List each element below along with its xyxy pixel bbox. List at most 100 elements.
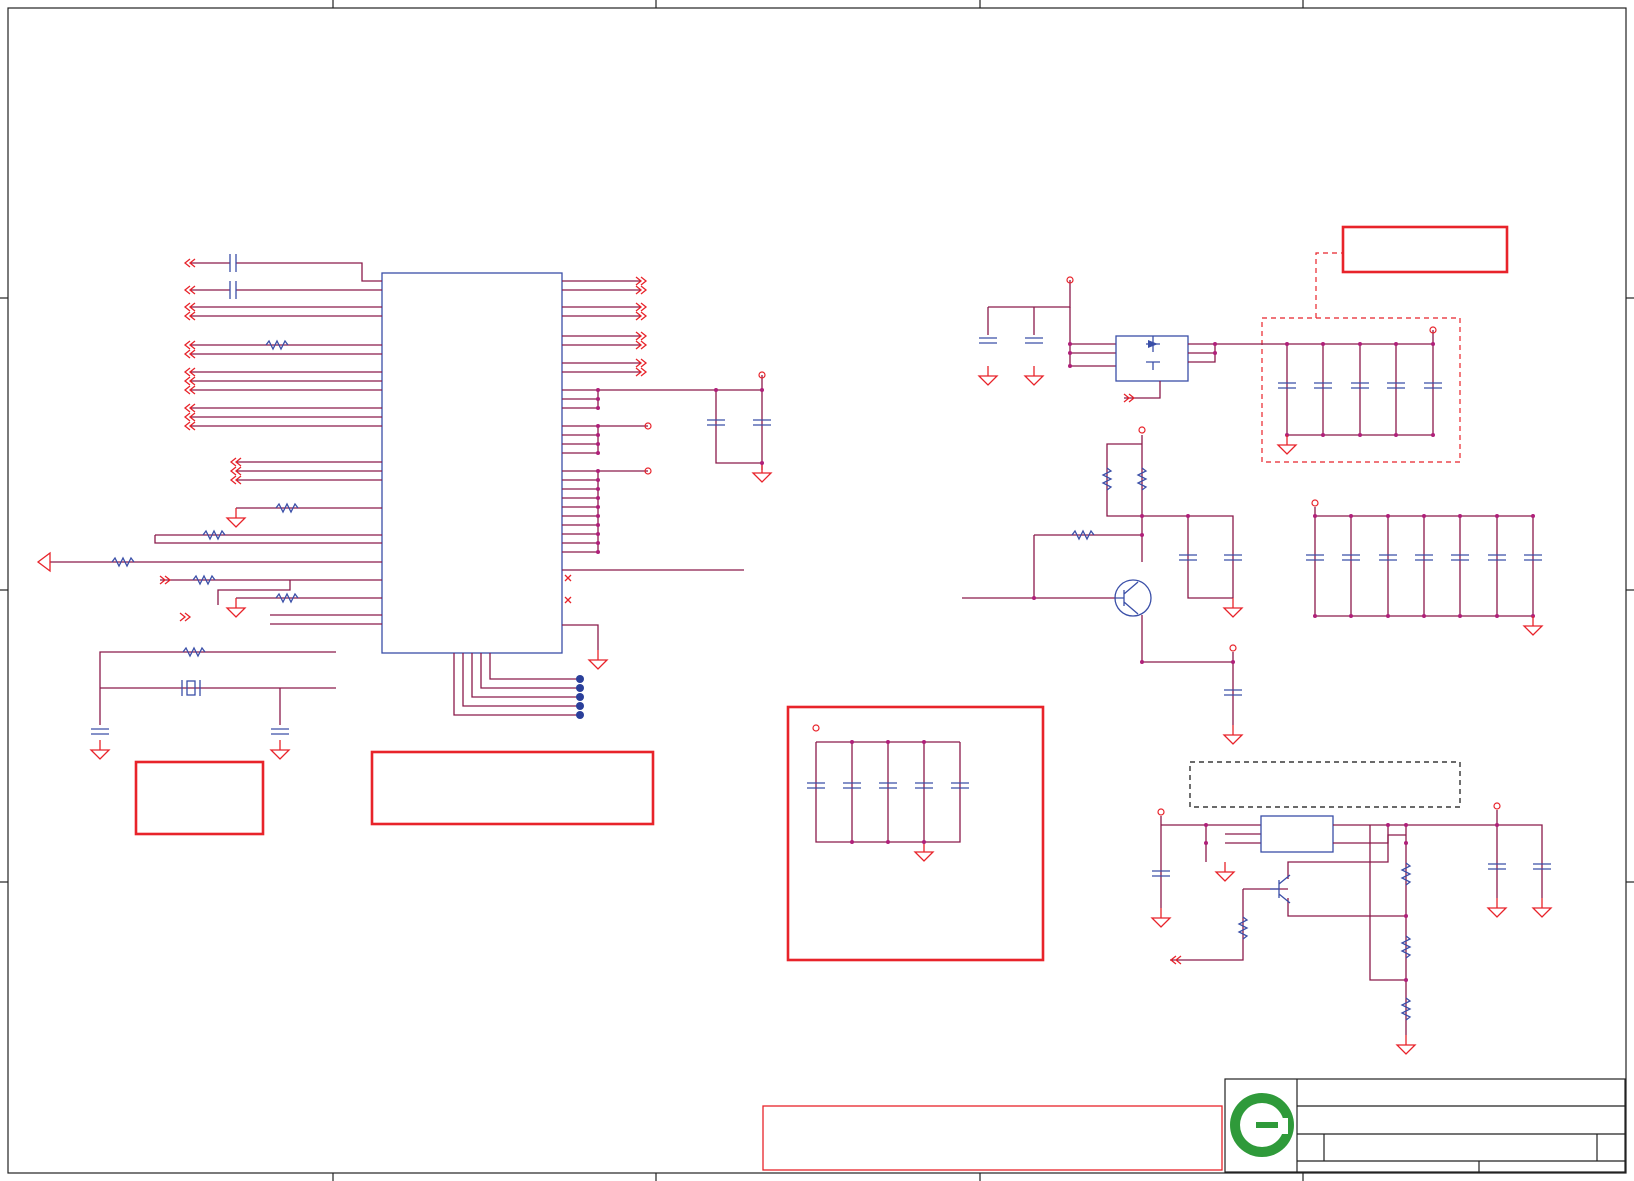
test-point-dot — [576, 684, 584, 692]
junction-dot — [1349, 514, 1353, 518]
power-rail-icon — [1493, 802, 1501, 810]
ground-symbol-icon — [1214, 862, 1236, 882]
main-ic — [381, 272, 563, 654]
junction-dot — [596, 505, 600, 509]
junction-dot — [1404, 841, 1408, 845]
ground-symbol-icon — [751, 463, 773, 483]
regulator-section — [1160, 810, 1543, 1035]
junction-dot — [850, 840, 854, 844]
junction-dot — [1358, 342, 1362, 346]
no-connect-mark — [564, 596, 572, 604]
junction-dot — [760, 388, 764, 392]
junction-dot — [922, 840, 926, 844]
junction-dot — [1431, 433, 1435, 437]
junction-dot — [760, 461, 764, 465]
power-rail-icon — [1138, 426, 1146, 434]
test-point-dot — [576, 693, 584, 701]
note-box-top-right — [1341, 225, 1509, 274]
bottom-pins — [453, 653, 580, 716]
circular-e-logo — [1230, 1093, 1294, 1157]
ground-symbol-icon — [225, 598, 247, 618]
note-box-center — [370, 750, 655, 826]
junction-dot — [1068, 351, 1072, 355]
junction-dot — [1313, 514, 1317, 518]
ground-symbol-icon — [1395, 1035, 1417, 1055]
ground-symbol-icon — [587, 650, 609, 670]
test-point-dot — [576, 702, 584, 710]
junction-dot — [1321, 433, 1325, 437]
junction-dot — [886, 840, 890, 844]
no-connect-mark — [564, 574, 572, 582]
regulator-dashed-box — [1189, 761, 1461, 808]
junction-dot — [1458, 514, 1462, 518]
junction-dot — [1204, 823, 1208, 827]
junction-dot — [1495, 614, 1499, 618]
junction-dot — [1204, 841, 1208, 845]
capacitor-icon — [229, 254, 237, 272]
junction-dot — [1358, 433, 1362, 437]
junction-dot — [1458, 614, 1462, 618]
note-box-bottom — [762, 1105, 1223, 1171]
junction-dot — [1404, 823, 1408, 827]
junction-dot — [1140, 660, 1144, 664]
test-point-dot — [576, 711, 584, 719]
ground-symbol-icon — [1276, 435, 1298, 455]
junction-dot — [1213, 351, 1217, 355]
junction-dot — [1404, 914, 1408, 918]
junction-dot — [1140, 533, 1144, 537]
junction-dot — [596, 424, 600, 428]
ground-symbol-icon — [1486, 898, 1508, 918]
cap-bank-dashed — [1261, 317, 1461, 463]
junction-dot — [1394, 433, 1398, 437]
left-signal-wires — [50, 262, 382, 725]
ground-symbol-icon — [225, 508, 247, 528]
power-rail-icon — [812, 724, 820, 732]
junction-dot — [1032, 596, 1036, 600]
capacitor-icon — [979, 337, 997, 344]
junction-dot — [1213, 342, 1217, 346]
ground-symbol-icon — [89, 740, 111, 760]
schematic-symbols — [36, 254, 1553, 1055]
junction-dot — [596, 433, 600, 437]
junction-dot — [1068, 342, 1072, 346]
p-mosfet-icon — [1146, 336, 1160, 370]
junction-dot — [1386, 614, 1390, 618]
junction-dot — [596, 496, 600, 500]
junction-dot — [596, 451, 600, 455]
junction-dot — [1285, 342, 1289, 346]
junction-dot — [1394, 342, 1398, 346]
right-signal-wires — [562, 280, 763, 650]
junction-dot — [714, 388, 718, 392]
offpage-connector-icon — [179, 612, 192, 622]
junction-dot — [1422, 514, 1426, 518]
mosfet-section — [987, 280, 1434, 436]
junction-dot — [596, 397, 600, 401]
ground-symbol-icon — [1150, 908, 1172, 928]
ground-symbol-icon — [1531, 898, 1553, 918]
junction-dot — [596, 469, 600, 473]
junction-dot — [1386, 823, 1390, 827]
ground-symbol-icon — [1222, 725, 1244, 745]
junction-dot — [1495, 823, 1499, 827]
junction-dot — [1531, 514, 1535, 518]
junction-dot — [596, 487, 600, 491]
cap-bank-right — [1314, 507, 1534, 617]
junction-dot — [886, 740, 890, 744]
junction-dot — [596, 388, 600, 392]
decoupling-caps-wires — [815, 741, 961, 843]
junction-dot — [1431, 342, 1435, 346]
junction-dot — [1313, 614, 1317, 618]
offpage-connector-icon — [36, 551, 51, 573]
capacitor-icon — [229, 281, 237, 299]
junction-dot — [922, 740, 926, 744]
junction-dot — [1186, 514, 1190, 518]
junction-dot — [596, 532, 600, 536]
junction-dot — [1404, 978, 1408, 982]
power-rail-icon — [1229, 644, 1237, 652]
bias-section — [962, 435, 1234, 725]
junction-dot — [596, 406, 600, 410]
title-block — [1224, 1078, 1626, 1173]
schematic-sheet — [0, 0, 1634, 1181]
junction-dot — [1140, 514, 1144, 518]
junction-dot — [1495, 514, 1499, 518]
